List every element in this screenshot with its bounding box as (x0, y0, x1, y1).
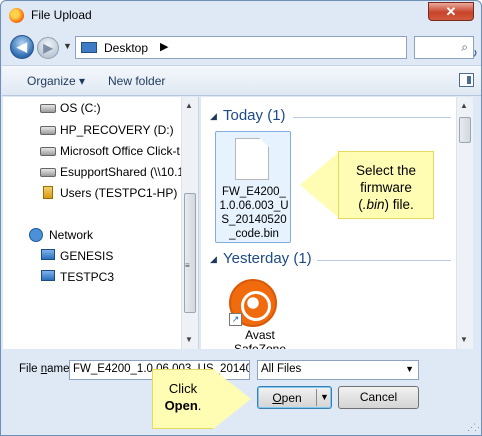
nav-item-testpc3[interactable]: TESTPC3 (3, 268, 183, 286)
nav-item-label: EsupportShared (\\10.10 (60, 165, 191, 179)
callout-line: ) file. (384, 197, 414, 212)
nav-item-label: OS (C:) (60, 101, 101, 115)
nav-pane-scrollbar[interactable]: ▲ ≡ ▼ (181, 97, 198, 349)
forward-button[interactable]: ▶ (37, 37, 59, 59)
label-part: File (19, 363, 41, 375)
nav-item-label: Users (TESTPC1-HP) (60, 186, 178, 200)
scroll-grip-icon: ≡ (185, 261, 190, 270)
nav-item-users[interactable]: Users (TESTPC1-HP) (3, 184, 183, 202)
desktop-icon (81, 42, 97, 53)
group-divider (317, 260, 451, 261)
select-file-callout: Select the firmware (.bin) file. (338, 151, 434, 219)
scroll-up-icon[interactable]: ▲ (460, 101, 468, 110)
drive-icon (40, 147, 56, 156)
file-type-value: All Files (261, 363, 302, 375)
label-part: pen (281, 391, 302, 405)
file-list: ◢ Today (1) FW_E4200_1.0.06.003_US_20140… (201, 97, 473, 349)
nav-item-network[interactable]: Network (3, 226, 183, 244)
file-name-label: File name: (19, 363, 73, 375)
address-breadcrumb-desktop[interactable]: Desktop (104, 41, 148, 55)
file-list-scrollbar[interactable]: ▲ ▼ (456, 97, 473, 349)
nav-item-genesis[interactable]: GENESIS (3, 247, 183, 265)
click-open-callout: Click Open. (152, 369, 214, 429)
document-icon (235, 138, 269, 180)
search-icon[interactable]: ⌕ (461, 40, 468, 55)
nav-item-label: Network (49, 228, 94, 242)
nav-item-label: HP_RECOVERY (D:) (60, 123, 174, 137)
scroll-up-icon[interactable]: ▲ (185, 101, 193, 110)
nav-item-microsoft-office[interactable]: Microsoft Office Click-t (3, 142, 183, 160)
group-title: Yesterday (1) (223, 250, 312, 267)
organize-menu-button[interactable]: Organize ▾ (27, 74, 85, 88)
file-upload-dialog: File Upload ✕ ◀ ▶ ▼ Desktop ▶ ▼ ↻ ⌕ Orga… (0, 0, 482, 436)
file-name: FW_E4200_1.0.06.003_US_20140520_code.bin (219, 186, 289, 240)
file-type-select[interactable]: All Files ▼ (257, 360, 419, 380)
file-item-firmware[interactable]: FW_E4200_1.0.06.003_US_20140520_code.bin (215, 131, 291, 243)
nav-item-hp-recovery[interactable]: HP_RECOVERY (D:) (3, 121, 183, 139)
navigation-bar: ◀ ▶ ▼ Desktop ▶ ▼ ↻ ⌕ (1, 31, 481, 63)
split-divider (316, 389, 317, 406)
collapse-chevron-icon[interactable]: ◢ (210, 111, 217, 122)
nav-item-label: TESTPC3 (60, 270, 115, 284)
chevron-down-icon[interactable]: ▼ (405, 364, 414, 374)
click-callout-text: Click Open. (153, 380, 213, 414)
close-button[interactable]: ✕ (428, 2, 474, 21)
group-divider (293, 117, 451, 118)
network-drive-icon (40, 168, 56, 177)
address-bar[interactable]: Desktop ▶ ▼ ↻ (75, 36, 478, 61)
callout-line: . (197, 398, 202, 413)
open-label: Open (258, 391, 316, 405)
back-button[interactable]: ◀ (10, 35, 34, 59)
scroll-thumb[interactable] (184, 193, 196, 313)
collapse-chevron-icon[interactable]: ◢ (210, 254, 217, 265)
title-bar: File Upload ✕ (1, 1, 481, 29)
window-title: File Upload (31, 8, 92, 22)
callout-line: firmware (360, 180, 412, 195)
open-button[interactable]: Open ▼ (257, 386, 332, 409)
navigation-pane: OS (C:) HP_RECOVERY (D:) Microsoft Offic… (3, 97, 199, 349)
access-key: O (272, 391, 282, 405)
scroll-down-icon[interactable]: ▼ (185, 335, 193, 344)
nav-item-label: Microsoft Office Click-t (60, 144, 180, 158)
search-input[interactable]: ⌕ (414, 36, 474, 59)
group-title: Today (1) (223, 107, 286, 124)
computer-icon (41, 249, 55, 260)
computer-icon (41, 270, 55, 281)
drive-icon (40, 126, 56, 135)
preview-pane-icon[interactable] (459, 73, 474, 87)
callout-emphasis: Open (164, 398, 198, 413)
group-header-today[interactable]: ◢ Today (1) (201, 107, 456, 127)
nav-item-label: GENESIS (60, 249, 114, 263)
nav-item-os-c[interactable]: OS (C:) (3, 99, 183, 117)
callout-emphasis: .bin (362, 197, 385, 212)
group-header-yesterday[interactable]: ◢ Yesterday (1) (201, 250, 456, 270)
network-drive-icon (43, 186, 53, 199)
breadcrumb-chevron-icon[interactable]: ▶ (160, 40, 168, 53)
nav-item-esupportshared[interactable]: EsupportShared (\\10.10 (3, 163, 191, 181)
new-folder-button[interactable]: New folder (108, 74, 165, 88)
command-bar: Organize ▾ New folder (2, 65, 481, 96)
firefox-icon (9, 8, 24, 23)
file-name: Avast SafeZone (233, 328, 287, 349)
callout-line: Click (168, 381, 198, 396)
select-callout-text: Select the firmware (.bin) file. (339, 162, 433, 213)
resize-grip-icon[interactable]: ⋰⋰ (467, 422, 482, 433)
shortcut-arrow-icon: ↗ (229, 313, 242, 326)
network-icon (29, 228, 43, 242)
drive-icon (40, 104, 56, 113)
file-item-avast-safezone[interactable]: ↗ Avast SafeZone (225, 279, 295, 349)
recent-locations-chevron-down-icon[interactable]: ▼ (63, 41, 72, 51)
cancel-button[interactable]: Cancel (338, 386, 419, 409)
callout-line: Select the (355, 163, 417, 178)
scroll-down-icon[interactable]: ▼ (460, 335, 468, 344)
open-options-chevron-down-icon[interactable]: ▼ (320, 392, 329, 402)
scroll-thumb[interactable] (459, 117, 471, 143)
